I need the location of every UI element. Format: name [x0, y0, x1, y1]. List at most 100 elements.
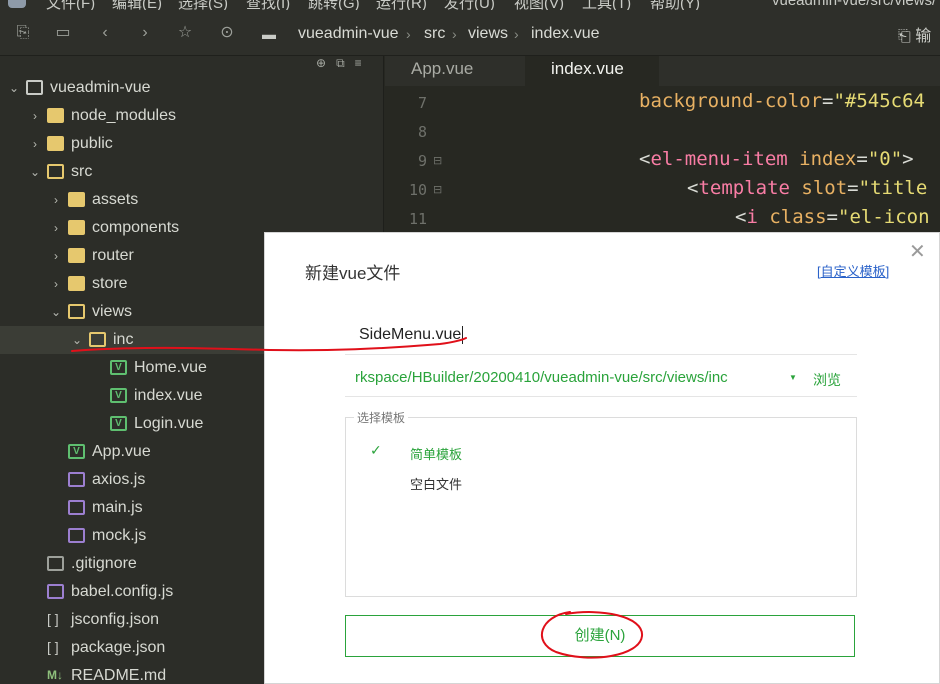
markdown-file-icon: M↓ [47, 668, 63, 682]
run-icon[interactable]: ⊙ [216, 22, 238, 44]
tree-item-label: src [71, 163, 93, 180]
tree-item-label: router [92, 247, 134, 264]
folder-icon: ▬ [262, 26, 276, 42]
chevron-down-icon[interactable]: ⌄ [29, 163, 41, 181]
chevron-right-icon[interactable]: › [29, 107, 41, 125]
chevron-right-icon[interactable]: › [50, 247, 62, 265]
tree-item-label: mock.js [92, 527, 147, 544]
menu-goto[interactable]: 跳转(G) [308, 0, 360, 10]
folder-icon [47, 108, 64, 123]
folder-icon [68, 192, 85, 207]
preview-label: 输 [915, 28, 932, 45]
breadcrumb-item[interactable]: src [424, 22, 445, 46]
search-doc-icon: ⎗ [898, 28, 911, 45]
tree-item-label: public [71, 135, 113, 152]
create-button[interactable]: 创建(N) [345, 615, 855, 657]
chevron-down-icon[interactable]: ⌄ [8, 79, 20, 97]
code-line-9: <el-menu-item index="0"> [639, 148, 914, 170]
check-icon: ✓ [370, 442, 382, 458]
js-file-icon [68, 528, 85, 543]
chevron-right-icon[interactable]: › [50, 275, 62, 293]
editor-tabs: App.vue index.vue [385, 56, 940, 86]
tree-item-label: main.js [92, 499, 143, 516]
json-file-icon: [ ] [47, 639, 59, 655]
menu-tools[interactable]: 工具(T) [582, 0, 631, 10]
locate-icon[interactable]: ⊕ [316, 56, 326, 70]
folder-open-icon [89, 332, 106, 347]
breadcrumb-item[interactable]: vueadmin-vue [298, 22, 399, 46]
tree-item-src[interactable]: ⌄ src [0, 158, 384, 186]
code-tag: template [698, 177, 790, 199]
menu-run[interactable]: 运行(R) [376, 0, 427, 10]
vue-file-icon: V [110, 388, 127, 403]
custom-template-label: 自定义模板 [820, 264, 886, 279]
filename-input[interactable]: SideMenu.vue [345, 317, 857, 355]
chevron-right-icon[interactable]: › [50, 191, 62, 209]
dropdown-arrow-icon[interactable]: ▼ [789, 373, 797, 382]
toolbar: ⎘ ▭ ‹ › ☆ ⊙ ▬ vueadmin-vue › src › views… [0, 10, 940, 56]
back-icon[interactable]: ‹ [94, 22, 116, 44]
line-number: 9 [417, 152, 427, 170]
save-icon[interactable]: ▭ [52, 22, 74, 44]
folder-icon [68, 276, 85, 291]
vue-file-icon: V [68, 444, 85, 459]
code-tag: el-menu-item [650, 148, 788, 170]
tree-item-label: jsconfig.json [71, 611, 160, 628]
code-punc: = [847, 177, 859, 199]
code-attr: class [757, 206, 827, 228]
tree-item-node-modules[interactable]: › node_modules [0, 102, 384, 130]
line-number: 8 [417, 123, 427, 141]
menu-icon[interactable]: ≡ [355, 56, 362, 70]
breadcrumb-item[interactable]: views [468, 22, 508, 46]
code-line-7: background-color="#545c64 [639, 90, 925, 112]
template-option-blank[interactable]: 空白文件 [410, 474, 462, 493]
close-icon[interactable]: ✕ [909, 239, 926, 264]
tree-item-label: Home.vue [134, 359, 207, 376]
tree-item-label: assets [92, 191, 139, 208]
fold-icon[interactable]: ⊟ [433, 154, 442, 167]
tree-item-public[interactable]: › public [0, 130, 384, 158]
chevron-down-icon[interactable]: ⌄ [71, 331, 83, 349]
template-option-simple[interactable]: 简单模板 [410, 444, 462, 463]
chevron-right-icon: › [514, 26, 519, 42]
menu-view[interactable]: 视图(V) [514, 0, 564, 10]
tree-item-assets[interactable]: › assets [0, 186, 384, 214]
path-select[interactable]: rkspace/HBuilder/20200410/vueadmin-vue/s… [345, 365, 857, 397]
chevron-right-icon[interactable]: › [50, 219, 62, 237]
tree-item-label: store [92, 275, 128, 292]
chevron-down-icon[interactable]: ⌄ [50, 303, 62, 321]
tab-app-vue[interactable]: App.vue [385, 56, 523, 86]
tree-item-label: views [92, 303, 133, 320]
menu-select[interactable]: 选择(S) [178, 0, 228, 10]
code-string: "#545c64 [833, 90, 925, 112]
line-number: 11 [408, 210, 427, 228]
menu-edit[interactable]: 编辑(E) [112, 0, 162, 10]
tab-index-vue[interactable]: index.vue [525, 56, 659, 86]
collapse-icon[interactable]: ⧉ [336, 56, 345, 70]
breadcrumb-item[interactable]: index.vue [531, 22, 600, 46]
forward-icon[interactable]: › [134, 22, 156, 44]
custom-template-link[interactable]: [自定义模板] [817, 261, 889, 280]
tree-item-label: axios.js [92, 471, 146, 488]
tree-item-label: Login.vue [134, 415, 204, 432]
tree-item-label: package.json [71, 639, 166, 656]
tree-item-label: node_modules [71, 107, 176, 124]
folder-icon [47, 136, 64, 151]
code-attr: background-color [639, 90, 823, 112]
line-number: 7 [417, 94, 427, 112]
star-icon[interactable]: ☆ [174, 22, 196, 44]
preview-toggle[interactable]: ⎗ 输 [898, 22, 931, 46]
menu-file[interactable]: 文件(F) [46, 0, 95, 10]
fold-icon[interactable]: ⊟ [433, 183, 442, 196]
save-as-icon[interactable]: ⎘ [12, 22, 34, 44]
menu-help[interactable]: 帮助(Y) [650, 0, 700, 10]
tree-item-label: App.vue [92, 443, 151, 460]
tree-item-label: index.vue [134, 387, 203, 404]
browse-button[interactable]: 浏览 [813, 370, 841, 390]
menu-publish[interactable]: 发行(U) [444, 0, 495, 10]
chevron-right-icon[interactable]: › [29, 135, 41, 153]
code-string: "el-icon [838, 206, 930, 228]
menu-find[interactable]: 查找(I) [246, 0, 290, 10]
tree-item-vueadmin-vue[interactable]: ⌄ vueadmin-vue [0, 74, 384, 102]
folder-open-icon [47, 164, 64, 179]
